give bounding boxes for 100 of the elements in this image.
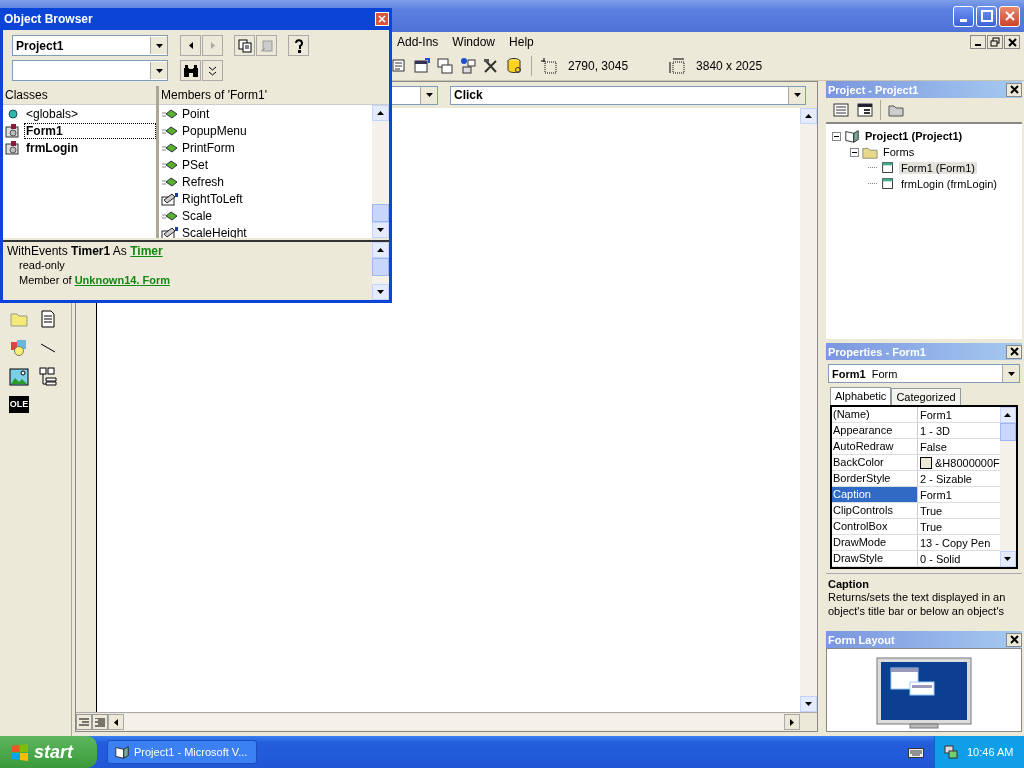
close-icon [378,15,386,23]
full-module-view-button[interactable] [92,714,108,730]
property-value[interactable]: 13 - Copy Pen [920,536,991,549]
menu-item[interactable]: Add-Ins [396,35,440,49]
document-icon[interactable] [38,309,58,329]
tree-item[interactable]: Forms [881,146,917,158]
scroll-thumb[interactable] [999,423,1016,441]
view-code-icon[interactable] [832,101,850,119]
network-icon[interactable] [943,744,959,760]
member-item[interactable]: PopupMenu [182,123,247,138]
property-name[interactable]: BorderStyle [832,471,918,486]
help-button[interactable] [288,35,309,56]
search-button[interactable] [180,60,201,81]
vertical-scrollbar[interactable] [800,108,817,712]
tree-item[interactable]: Project1 (Project1) [863,130,965,142]
data-control-icon[interactable] [38,367,58,387]
windows-icon[interactable] [436,57,454,75]
scroll-thumb[interactable] [372,258,389,276]
member-item[interactable]: PSet [182,157,208,172]
keyboard-icon[interactable] [908,746,924,758]
vertical-scrollbar[interactable] [372,105,389,238]
restore-icon [990,37,1000,47]
form-icon[interactable] [390,57,408,75]
caret-icon [425,93,433,97]
member-item[interactable]: PrintForm [182,140,235,155]
property-name[interactable]: AutoRedraw [832,439,918,454]
vertical-scrollbar[interactable] [372,242,389,300]
copy-button[interactable] [234,35,255,56]
property-value[interactable]: False [920,440,947,453]
down-arrow-icon [377,290,384,294]
declaration-text: WithEvents Timer1 As [7,244,127,258]
view-object-icon[interactable] [856,101,874,119]
definition-icon [259,38,274,53]
class-item[interactable]: frmLogin [24,139,80,156]
class-item[interactable]: <globals> [24,105,81,122]
property-value[interactable]: Form1 [920,488,952,501]
property-value[interactable]: &H8000000F [935,456,1000,469]
close-button[interactable] [1006,632,1022,647]
expander-icon[interactable] [850,147,859,157]
tab[interactable]: Alphabetic [830,387,892,405]
minimize-button[interactable] [970,35,986,49]
scroll-thumb[interactable] [372,204,389,222]
class-link[interactable]: Form [139,274,170,286]
shapes-icon[interactable] [9,338,29,358]
ole-button[interactable]: OLE [9,396,29,413]
procedure-dropdown[interactable]: Click [450,85,806,105]
member-item[interactable]: Scale [182,208,213,223]
procedure-view-button[interactable] [76,714,92,730]
member-item[interactable]: Refresh [182,174,225,189]
expander-icon[interactable] [832,131,841,141]
object-dropdown[interactable]: Form1 Form [828,364,1020,383]
objects-icon[interactable] [459,57,477,75]
back-button[interactable] [180,35,201,56]
caret-icon [1007,371,1015,376]
property-name[interactable]: DrawStyle [832,551,918,566]
tree-item[interactable]: Form1 (Form1) [899,162,977,174]
close-button[interactable] [1006,82,1022,97]
property-value[interactable]: True [920,504,943,517]
tools-icon[interactable] [482,57,500,75]
property-name[interactable]: ControlBox [832,519,918,534]
horizontal-scrollbar[interactable] [108,714,800,730]
close-button[interactable] [1006,344,1022,359]
property-value[interactable]: 2 - Sizable [920,472,972,485]
tree-item[interactable]: frmLogin (frmLogin) [899,178,999,190]
property-name[interactable]: BackColor [832,455,918,470]
database-icon[interactable] [505,57,523,75]
close-icon [1007,37,1017,47]
vertical-scrollbar[interactable] [999,407,1016,567]
property-value[interactable]: 1 - 3D [920,424,950,437]
question-mark-icon [292,37,305,54]
property-name[interactable]: DrawMode [832,535,918,550]
member-of-text: Member of [19,274,72,286]
image-icon[interactable] [9,367,29,387]
type-link[interactable]: Timer [130,244,163,258]
menu-item[interactable]: Window [451,35,497,49]
property-name[interactable]: (Name) [832,407,918,422]
class-item[interactable]: Form1 [24,122,156,139]
property-value[interactable]: True [920,520,943,533]
maximize-button[interactable] [976,5,997,27]
chevron-down-icon [208,65,217,76]
tab[interactable]: Categorized [891,388,961,405]
window-title: Object Browser [4,12,93,26]
library-dropdown[interactable]: Project1 [12,35,168,56]
taskbar-button[interactable]: Project1 - Microsoft V... [107,740,257,764]
restore-button[interactable] [987,35,1003,49]
expand-button[interactable] [202,60,223,81]
properties-icon[interactable] [413,57,431,75]
close-button[interactable] [1004,35,1020,49]
member-item[interactable]: RightToLeft [182,191,243,206]
description-title: Caption [828,578,870,590]
property-name[interactable]: ClipControls [832,503,918,518]
panel-title: Project - Project1 [828,83,919,96]
monitor-drawing[interactable] [876,657,972,729]
search-field[interactable] [12,60,168,81]
property-value[interactable]: Form1 [920,408,952,421]
property-name[interactable]: Appearance [832,423,918,438]
member-item[interactable]: Point [182,106,210,121]
property-value[interactable]: 0 - Solid [920,552,961,565]
menu-item[interactable]: Help [508,35,535,49]
property-name[interactable]: Caption [832,487,918,502]
